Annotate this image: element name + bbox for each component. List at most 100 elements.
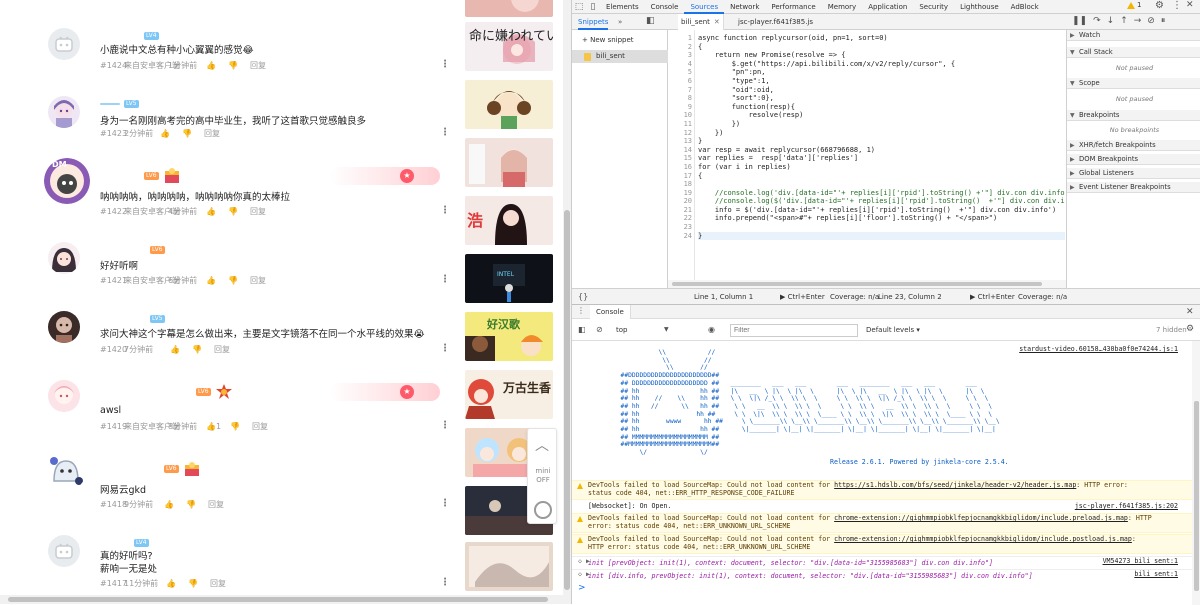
avatar[interactable] — [48, 28, 80, 60]
code-line[interactable]: return new Promise(resolve => { — [698, 51, 1065, 60]
sidebar-toggle-icon[interactable]: ◧ — [578, 325, 586, 334]
code-line[interactable]: { — [698, 172, 1065, 181]
video-thumbnail[interactable]: 万古生香 — [465, 370, 553, 419]
toggle-navigator-icon[interactable]: ◧ — [646, 16, 655, 26]
reply-button[interactable]: 回复 — [250, 206, 280, 217]
line-number[interactable]: 9 — [668, 103, 692, 112]
dislike-icon[interactable]: 👎 — [182, 129, 204, 138]
more-icon[interactable]: ⋮ — [440, 128, 450, 138]
dislike-icon[interactable]: 👎 — [188, 579, 210, 588]
console-prompt[interactable]: > — [578, 583, 586, 593]
code-line[interactable]: var replies = resp['data']['replies'] — [698, 154, 1065, 163]
code-line[interactable]: }) — [698, 129, 1065, 138]
deactivate-breakpoints-icon[interactable]: ⊘ — [1147, 16, 1155, 26]
section-call-stack[interactable]: ▼ Call Stack — [1067, 47, 1200, 58]
like-icon[interactable]: 👍 — [206, 276, 228, 285]
scrollbar-thumb[interactable] — [672, 282, 1042, 286]
console-object[interactable]: ◇ ▶ init [div.info, prevObject: init(1), … — [572, 569, 1192, 581]
console-scrollbar[interactable] — [1192, 341, 1200, 605]
line-number[interactable]: 19 — [668, 189, 692, 198]
scrollbar-thumb[interactable] — [1194, 401, 1199, 591]
message-source-link[interactable]: stardust-video.60158…430ba0f0e74244.js:1 — [1019, 345, 1178, 353]
code-line[interactable]: var resp = await replycursor(668796688, … — [698, 146, 1065, 155]
line-number[interactable]: 3 — [668, 51, 692, 60]
code-line[interactable]: function(resp){ — [698, 103, 1065, 112]
tab-lighthouse[interactable]: Lighthouse — [954, 0, 1005, 14]
reply-button[interactable]: 回复 — [250, 275, 280, 286]
dislike-icon[interactable]: 👎 — [230, 422, 252, 431]
editor-tab-jsc-player[interactable]: jsc-player.f641f385.js — [738, 14, 813, 30]
close-icon[interactable]: ✕ — [1186, 0, 1194, 10]
video-thumbnail[interactable] — [465, 542, 553, 591]
line-number[interactable]: 15 — [668, 154, 692, 163]
like-icon[interactable]: 👍 — [206, 207, 228, 216]
reply-button[interactable]: 回复 — [250, 60, 280, 71]
reply-button[interactable]: 回复 — [210, 578, 240, 589]
code-line[interactable]: info.prepend("<span>#"+ replies[i]['floo… — [698, 214, 1065, 223]
section-breakpoints[interactable]: ▼ Breakpoints — [1067, 110, 1200, 121]
device-toolbar-icon[interactable]: ▯ — [586, 0, 600, 14]
console-object[interactable]: ◇ ▶ init [prevObject: init(1), context: d… — [572, 556, 1192, 568]
editor-scrollbar[interactable] — [668, 280, 1066, 288]
like-icon[interactable]: 👍 — [206, 422, 216, 431]
reply-button[interactable]: 回复 — [252, 421, 282, 432]
dislike-icon[interactable]: 👎 — [192, 345, 214, 354]
avatar[interactable] — [48, 311, 80, 343]
message-source-link[interactable]: VM54273 bili_sent:1 — [1103, 557, 1178, 565]
line-number[interactable]: 21 — [668, 206, 692, 215]
reply-button[interactable]: 回复 — [204, 128, 234, 139]
line-number[interactable]: 23 — [668, 223, 692, 232]
more-icon[interactable]: ⋮ — [440, 206, 450, 216]
code-line[interactable]: //console.log('div.[data-id="'+ replies[… — [698, 189, 1065, 198]
section-event-listener-breakpoints[interactable]: ▶ Event Listener Breakpoints — [1067, 182, 1200, 193]
code-line[interactable]: async function replycursor(oid, pn=1, so… — [698, 34, 1065, 43]
scrollbar-thumb[interactable] — [8, 597, 548, 602]
line-number[interactable]: 17 — [668, 172, 692, 181]
line-number[interactable]: 22 — [668, 214, 692, 223]
scroll-top-icon[interactable]: ︿ — [535, 435, 549, 455]
chevron-down-icon[interactable]: ▼ — [664, 326, 669, 333]
avatar[interactable] — [48, 380, 80, 412]
dislike-icon[interactable]: 👎 — [228, 207, 250, 216]
more-icon[interactable]: ⋮ — [440, 578, 450, 588]
pause-icon[interactable]: ❚❚ — [1072, 16, 1087, 26]
kebab-menu-icon[interactable]: ⋮ — [1172, 0, 1182, 11]
tab-console-drawer[interactable]: Console — [590, 305, 631, 319]
tab-network[interactable]: Network — [724, 0, 765, 14]
code-line[interactable]: { — [698, 43, 1065, 52]
more-icon[interactable]: ⋮ — [440, 499, 450, 509]
warning-counter[interactable]: 1 — [1127, 1, 1141, 9]
line-number[interactable]: 1 — [668, 34, 692, 43]
tab-memory[interactable]: Memory — [822, 0, 862, 14]
reply-button[interactable]: 回复 — [214, 344, 244, 355]
line-number[interactable]: 5 — [668, 68, 692, 77]
step-into-icon[interactable]: ↓ — [1107, 16, 1115, 26]
step-out-icon[interactable]: ↑ — [1120, 16, 1128, 26]
expand-arrow-icon[interactable]: ◇ ▶ — [578, 570, 590, 578]
filter-input[interactable] — [730, 324, 858, 337]
line-number[interactable]: 18 — [668, 180, 692, 189]
mini-player-toggle[interactable]: mini OFF — [528, 467, 558, 485]
video-thumbnail[interactable] — [465, 80, 553, 129]
more-tabs-icon[interactable]: » — [618, 14, 622, 30]
more-icon[interactable]: ⋮ — [440, 60, 450, 70]
like-icon[interactable]: 👍 — [206, 61, 228, 70]
tab-elements[interactable]: Elements — [600, 0, 645, 14]
inspect-icon[interactable]: ⬚ — [572, 0, 586, 14]
tab-application[interactable]: Application — [862, 0, 913, 14]
dislike-icon[interactable]: 👎 — [228, 61, 250, 70]
code-line[interactable]: "oid":oid, — [698, 86, 1065, 95]
message-link[interactable]: chrome-extension://gighmmpiobklfepjocnam… — [834, 535, 1132, 543]
avatar[interactable] — [46, 451, 86, 491]
section-watch[interactable]: ▶ Watch — [1067, 30, 1200, 41]
avatar[interactable] — [48, 96, 80, 128]
drawer-menu-icon[interactable]: ⋮ — [577, 306, 585, 315]
code-line[interactable] — [698, 180, 1065, 189]
video-thumbnail[interactable] — [465, 138, 553, 187]
avatar[interactable] — [48, 242, 80, 274]
video-thumbnail[interactable]: INTEL — [465, 254, 553, 303]
line-number[interactable]: 2 — [668, 43, 692, 52]
code-line[interactable]: "type":1, — [698, 77, 1065, 86]
reply-button[interactable]: 回复 — [208, 499, 238, 510]
message-source-link[interactable]: jsc-player.f641f385.js:202 — [1075, 502, 1178, 510]
